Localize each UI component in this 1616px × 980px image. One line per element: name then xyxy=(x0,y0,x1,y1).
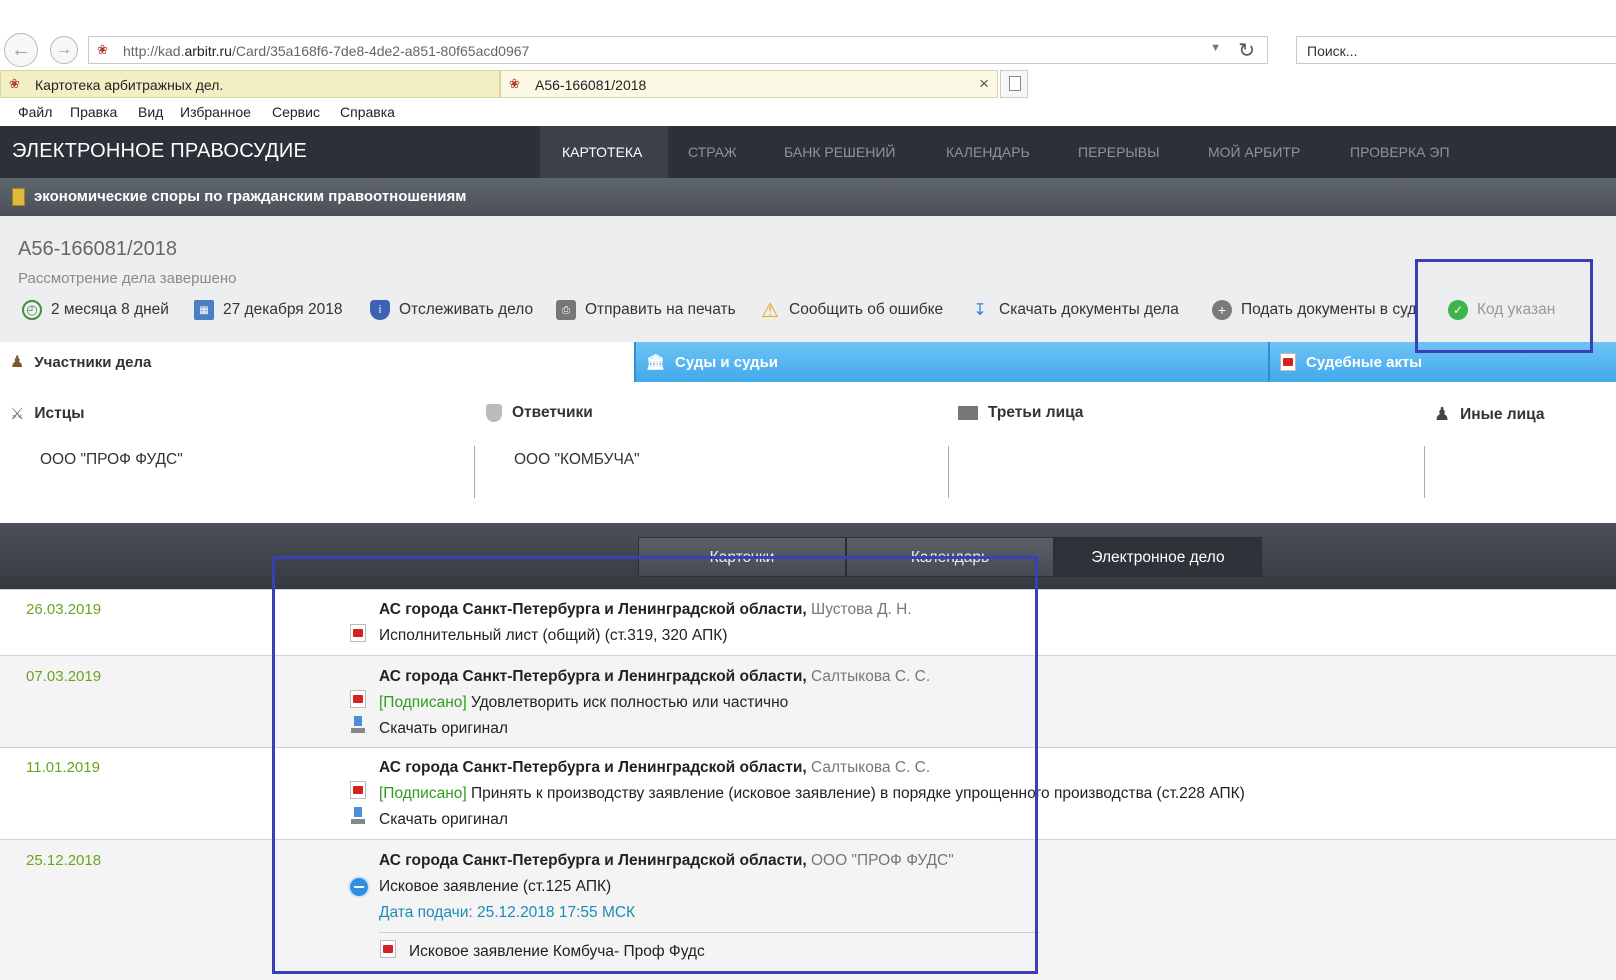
close-icon[interactable]: × xyxy=(979,74,989,94)
submit-documents-button[interactable]: + Подать документы в суд xyxy=(1212,300,1418,320)
track-case-button[interactable]: i Отслеживать дело xyxy=(370,300,533,320)
tab-label: Картотека арбитражных дел. xyxy=(35,77,224,93)
courthouse-icon: 🏛 xyxy=(646,354,666,371)
clock-icon: ◴ xyxy=(22,300,42,320)
browser-chrome: ← → ❀ http://kad.arbitr.ru/Card/35a168f6… xyxy=(0,0,1616,126)
print-button[interactable]: ⎙ Отправить на печать xyxy=(556,300,736,320)
person-icon: ♟ xyxy=(1434,404,1451,424)
nav-kartoteka[interactable]: КАРТОТЕКА xyxy=(540,126,668,178)
shield-icon: i xyxy=(370,300,390,320)
nav-breaks[interactable]: ПЕРЕРЫВЫ xyxy=(1056,126,1182,178)
warning-icon: ⚠ xyxy=(761,299,779,322)
menu-help[interactable]: Справка xyxy=(340,104,395,120)
tab-case[interactable]: ❀ А56-166081/2018 × xyxy=(500,70,998,98)
defendants-title: Ответчики xyxy=(486,404,593,422)
highlight-box-code xyxy=(1415,259,1593,353)
refresh-icon[interactable]: ↻ xyxy=(1238,38,1255,63)
case-number: А56-166081/2018 xyxy=(18,238,178,260)
case-status: Рассмотрение дела завершено xyxy=(18,270,237,287)
section-tabs: ♟ Участники дела 🏛 Суды и судьи Судебные… xyxy=(0,342,1616,382)
pdf-icon xyxy=(1280,353,1296,371)
url-text: http://kad.arbitr.ru/Card/35a168f6-7de8-… xyxy=(123,43,530,59)
nav-my-arbitr[interactable]: МОЙ АРБИТР xyxy=(1186,126,1322,178)
nav-calendar[interactable]: КАЛЕНДАРЬ xyxy=(924,126,1052,178)
menu-edit[interactable]: Правка xyxy=(70,104,117,120)
search-placeholder: Поиск... xyxy=(1307,43,1358,59)
search-input[interactable]: Поиск... xyxy=(1296,36,1616,64)
menu-view[interactable]: Вид xyxy=(138,104,163,120)
view-electronic-case-button[interactable]: Электронное дело xyxy=(1054,537,1262,577)
plaintiff-name[interactable]: ООО "ПРОФ ФУДС" xyxy=(40,451,183,469)
plus-icon: + xyxy=(1212,300,1232,320)
dropdown-icon[interactable]: ▼ xyxy=(1210,42,1221,54)
participants-label: Участники дела xyxy=(34,353,152,371)
nav-bank-resheniy[interactable]: БАНК РЕШЕНИЙ xyxy=(762,126,917,178)
shield-icon xyxy=(486,404,502,422)
other-parties-title: ♟ Иные лица xyxy=(1434,404,1545,425)
site-favicon: ❀ xyxy=(509,76,520,91)
document-date: 07.03.2019 xyxy=(26,668,102,685)
download-documents-button[interactable]: ↧ Скачать документы дела xyxy=(970,300,1179,320)
new-tab-button[interactable] xyxy=(1000,70,1028,98)
third-parties-title: Третьи лица xyxy=(958,404,1083,422)
address-bar[interactable]: ❀ http://kad.arbitr.ru/Card/35a168f6-7de… xyxy=(88,36,1268,64)
menu-bar: Файл Правка Вид Избранное Сервис Справка xyxy=(0,100,1616,126)
document-date: 26.03.2019 xyxy=(26,601,102,618)
acts-label: Судебные акты xyxy=(1306,353,1423,371)
nav-strazh[interactable]: СТРАЖ xyxy=(666,126,759,178)
menu-favorites[interactable]: Избранное xyxy=(180,104,251,120)
crossed-swords-icon: ⚔ xyxy=(10,406,25,423)
tab-participants[interactable]: ♟ Участники дела xyxy=(0,342,634,382)
calendar-icon: ▦ xyxy=(194,300,214,320)
case-duration: ◴ 2 месяца 8 дней xyxy=(22,300,169,320)
case-header: А56-166081/2018 Рассмотрение дела заверш… xyxy=(0,216,1616,342)
submit-label: Подать документы в суд xyxy=(1241,301,1417,318)
tab-kartoteka[interactable]: ❀ Картотека арбитражных дел. xyxy=(0,70,500,98)
courts-label: Суды и судьи xyxy=(675,353,779,371)
printer-icon: ⎙ xyxy=(556,300,576,320)
highlight-box-documents xyxy=(272,556,1038,974)
report-label: Сообщить об ошибке xyxy=(789,301,944,318)
back-button[interactable]: ← xyxy=(4,33,38,67)
book-icon xyxy=(12,188,25,206)
column-divider xyxy=(948,446,949,498)
plaintiffs-title: ⚔ Истцы xyxy=(10,404,84,424)
defendants-label: Ответчики xyxy=(512,404,593,421)
app-title[interactable]: ЭЛЕКТРОННОЕ ПРАВОСУДИЕ xyxy=(12,140,307,163)
date-label: 27 декабря 2018 xyxy=(223,301,343,318)
tab-courts-judges[interactable]: 🏛 Суды и судьи xyxy=(634,342,1268,382)
download-icon: ↧ xyxy=(973,302,987,319)
report-error-button[interactable]: ⚠ Сообщить об ошибке xyxy=(760,299,944,322)
person-icon: ♟ xyxy=(10,354,25,371)
menu-tools[interactable]: Сервис xyxy=(272,104,320,120)
new-tab-icon xyxy=(1009,76,1021,91)
site-favicon: ❀ xyxy=(97,42,108,57)
duration-label: 2 месяца 8 дней xyxy=(51,301,169,318)
download-label: Скачать документы дела xyxy=(999,301,1179,318)
nav-check-ep[interactable]: ПРОВЕРКА ЭП xyxy=(1328,126,1472,178)
column-divider xyxy=(474,446,475,498)
arrow-left-icon: ← xyxy=(11,38,31,61)
plaintiffs-label: Истцы xyxy=(34,405,85,422)
defendant-name[interactable]: ООО "КОМБУЧА" xyxy=(514,451,640,469)
column-divider xyxy=(1424,446,1425,498)
category-label: экономические споры по гражданским право… xyxy=(34,188,467,205)
site-favicon: ❀ xyxy=(9,76,20,91)
arrow-right-icon: → xyxy=(56,41,72,58)
tab-label: А56-166081/2018 xyxy=(535,77,647,93)
third-parties-label: Третьи лица xyxy=(988,404,1084,421)
app-header: ЭЛЕКТРОННОЕ ПРАВОСУДИЕ КАРТОТЕКА СТРАЖ Б… xyxy=(0,126,1616,178)
building-icon xyxy=(958,406,978,420)
forward-button[interactable]: → xyxy=(50,36,78,64)
other-parties-label: Иные лица xyxy=(1460,405,1545,423)
category-bar: экономические споры по гражданским право… xyxy=(0,178,1616,216)
document-date: 11.01.2019 xyxy=(26,759,100,776)
case-date: ▦ 27 декабря 2018 xyxy=(194,300,342,320)
print-label: Отправить на печать xyxy=(585,301,736,318)
track-label: Отслеживать дело xyxy=(399,301,534,318)
document-date: 25.12.2018 xyxy=(26,852,102,869)
menu-file[interactable]: Файл xyxy=(18,104,52,120)
